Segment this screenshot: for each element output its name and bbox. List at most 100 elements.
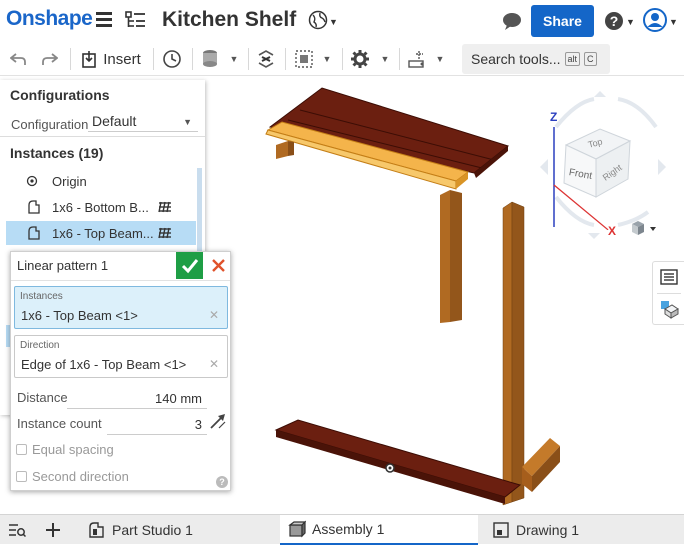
explode-view-icon[interactable] [292,42,316,76]
tab-label: Assembly 1 [312,521,385,537]
share-button[interactable]: Share [531,5,594,37]
onshape-logo[interactable]: Onshape [6,7,93,31]
chevron-down-icon: ▼ [183,117,192,127]
flip-direction-icon[interactable] [209,412,227,430]
add-tab-icon[interactable] [45,522,61,538]
distance-underline [67,408,207,409]
configuration-select[interactable]: Default ▼ [88,110,198,132]
toolbar-divider [248,48,249,70]
redo-icon[interactable] [38,42,62,76]
bottom-board [274,419,522,498]
tab-assembly[interactable]: Assembly 1 [280,515,478,545]
instances-field-value: 1x6 - Top Beam <1> [21,308,138,323]
instance-count-input[interactable]: 3 [161,417,202,432]
dialog-title: Linear pattern 1 [17,258,109,273]
measure-icon[interactable] [405,42,429,76]
tree-item-label: 1x6 - Bottom B... [52,199,149,215]
tab-part-studio[interactable]: Part Studio 1 [80,515,275,545]
part-studio-icon [88,521,106,539]
drawing-icon [492,521,510,539]
document-title[interactable]: Kitchen Shelf [162,8,296,32]
search-tools-placeholder: Search tools... [471,51,561,67]
shortcut-key-c: C [584,52,597,66]
direction-field-label: Direction [20,340,60,351]
appearance-panel-icon[interactable] [659,299,679,319]
tab-label: Drawing 1 [516,522,580,538]
undo-icon[interactable] [6,42,30,76]
help-icon[interactable]: ? [216,476,228,488]
instance-count-label: Instance count [17,416,102,431]
view-cube[interactable]: Top Front Right Z X [536,87,676,247]
toolbar-divider [153,48,154,70]
help-icon[interactable]: ? [604,11,624,31]
direction-field[interactable]: Direction Edge of 1x6 - Top Beam <1> ✕ [14,335,228,378]
assembly-icon [288,520,306,538]
tab-drawing[interactable]: Drawing 1 [484,515,684,545]
panel-divider [657,293,681,294]
globe-icon[interactable] [308,10,328,30]
tree-item-label: 1x6 - Top Beam... [52,225,154,241]
mate-history-icon[interactable] [160,42,184,76]
tree-item-origin[interactable]: Origin [6,169,196,193]
insert-label: Insert [103,50,141,68]
panel-divider [0,136,205,137]
close-icon [211,258,225,272]
part-instance-icon [26,225,46,241]
list-panel-icon[interactable] [660,269,678,285]
tab-label: Part Studio 1 [112,522,193,538]
clear-icon[interactable]: ✕ [209,357,219,371]
chevron-down-icon[interactable]: ▼ [329,17,338,27]
instances-field[interactable]: Instances 1x6 - Top Beam <1> ✕ [14,286,228,329]
instances-field-label: Instances [20,291,63,302]
pattern-icon [158,227,171,239]
toolbar-divider [399,48,400,70]
toolbar: Insert ▼ ▼ ▼ ▼ Search tools... alt C [0,42,684,76]
right-post [502,201,513,506]
svg-text:?: ? [610,13,619,29]
chevron-down-icon[interactable]: ▼ [432,42,448,76]
fastened-mate-icon[interactable] [198,42,222,76]
clear-icon[interactable]: ✕ [209,308,219,322]
pattern-icon [158,201,171,213]
cancel-button[interactable] [207,254,229,276]
tab-bar: Part Studio 1 Assembly 1 Drawing 1 [0,514,684,545]
distance-label: Distance [17,390,68,405]
insert-button[interactable]: Insert [78,42,144,76]
document-tree-icon[interactable] [125,10,147,30]
top-bar: Onshape Kitchen Shelf ▼ Share ? ▼ ▼ [0,0,684,42]
menu-icon[interactable] [96,12,112,27]
search-tools-input[interactable]: Search tools... alt C [462,44,610,74]
chevron-down-icon[interactable]: ▼ [669,17,678,27]
configurations-title: Configurations [10,87,110,103]
chevron-down-icon[interactable]: ▼ [226,42,242,76]
tree-item-bottom-beam[interactable]: 1x6 - Bottom B... [6,195,196,219]
second-direction-label: Second direction [32,469,129,484]
gear-icon[interactable] [348,42,372,76]
tree-item-top-beam[interactable]: 1x6 - Top Beam... [6,221,196,245]
chevron-down-icon[interactable]: ▼ [626,17,635,27]
toolbar-divider [285,48,286,70]
shortcut-key-alt: alt [564,52,581,66]
instance-count-underline [107,434,207,435]
chevron-down-icon[interactable]: ▼ [319,42,335,76]
configuration-label: Configuration [11,117,89,132]
toolbar-divider [342,48,343,70]
configuration-value: Default [92,113,137,129]
axis-z-label: Z [550,110,557,124]
second-direction-checkbox[interactable] [16,471,27,482]
linear-pattern-dialog: Linear pattern 1 Instances 1x6 - Top Bea… [10,251,231,491]
tab-manager-icon[interactable] [8,522,26,538]
toolbar-divider [70,48,71,70]
equal-spacing-checkbox[interactable] [16,444,27,455]
relations-icon[interactable] [254,42,278,76]
user-avatar-icon[interactable] [643,8,667,32]
toolbar-divider [192,48,193,70]
confirm-button[interactable] [176,252,203,279]
distance-input[interactable]: 140 mm [121,391,202,406]
chevron-down-icon[interactable]: ▼ [377,42,393,76]
instances-title: Instances (19) [10,145,104,161]
right-panel-toolbar [652,261,684,325]
comment-icon[interactable] [501,11,523,31]
direction-field-value: Edge of 1x6 - Top Beam <1> [21,357,187,372]
axis-x-label: X [608,224,616,238]
